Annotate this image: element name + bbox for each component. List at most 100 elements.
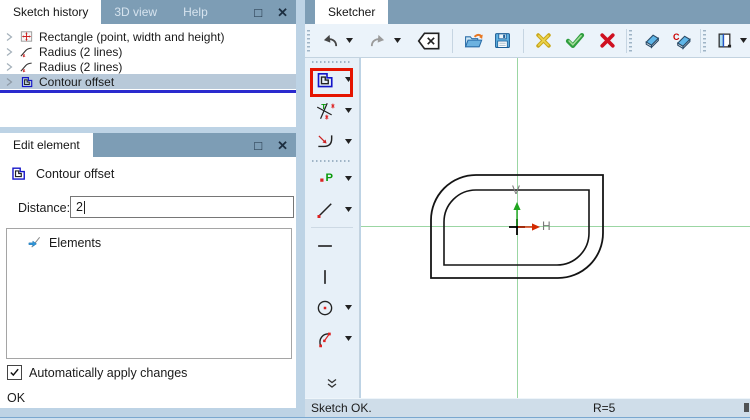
tab-label: Sketcher [328, 5, 376, 19]
tree-row-contour-offset[interactable]: Contour offset [0, 74, 296, 89]
edited-element-row: Contour offset [10, 165, 114, 182]
tree-row-radius-1[interactable]: Radius (2 lines) [0, 44, 296, 59]
tab-sketcher[interactable]: Sketcher [315, 0, 389, 24]
rectangle-feature-icon [19, 29, 34, 44]
tool-fillet[interactable] [305, 126, 359, 157]
status-corner-glyph [744, 403, 749, 412]
toolbar-grip-handle[interactable] [703, 29, 706, 52]
tool-horizontal-line[interactable] [305, 230, 359, 261]
dropdown-icon[interactable] [341, 108, 355, 113]
toolbar-grip-handle[interactable] [312, 160, 352, 162]
maximize-icon[interactable]: □ [254, 139, 262, 152]
expander-icon[interactable] [5, 62, 14, 72]
redo-dropdown-icon[interactable] [390, 38, 404, 43]
vertical-axis-label: V [512, 183, 521, 197]
undo-dropdown-icon[interactable] [342, 38, 356, 43]
distance-label: Distance: [18, 201, 71, 215]
tool-circle[interactable] [305, 292, 359, 323]
sketch-canvas[interactable]: V H [361, 58, 750, 399]
close-icon[interactable]: ✕ [277, 139, 288, 152]
history-tree: Rectangle (point, width and height) Radi… [0, 24, 296, 127]
tool-line[interactable] [305, 194, 359, 225]
status-message: Sketch OK. [311, 401, 372, 415]
elements-icon [27, 235, 42, 250]
maximize-icon[interactable]: □ [254, 6, 262, 19]
tab-3d-view[interactable]: 3D view [101, 0, 170, 24]
tool-point[interactable]: P [305, 163, 359, 194]
edit-tabbar: Edit element □ ✕ [0, 133, 296, 157]
dropdown-icon[interactable] [341, 139, 355, 144]
tree-item-label: Radius (2 lines) [39, 59, 123, 74]
auto-apply-row: Automatically apply changes [7, 365, 187, 380]
radius-feature-icon [19, 44, 34, 59]
delete-red-button[interactable] [594, 28, 620, 54]
toolbar-separator [626, 28, 627, 53]
radius-readout: R=5 [593, 401, 616, 415]
tree-row-radius-2[interactable]: Radius (2 lines) [0, 59, 296, 74]
trim-extend-icon: T [313, 101, 337, 121]
sketch-plane-dropdown-icon[interactable] [736, 38, 750, 43]
cancel-yellow-button[interactable] [530, 28, 556, 54]
selected-tool-highlight [310, 68, 353, 97]
horizontal-axis-label: H [542, 219, 551, 233]
distance-value: 2 [76, 200, 83, 214]
distance-input[interactable]: 2 [70, 196, 294, 218]
dropdown-icon[interactable] [341, 176, 355, 181]
sketch-plane-button[interactable] [712, 28, 736, 54]
expander-icon[interactable] [5, 77, 14, 87]
sketcher-toolbar: C [305, 24, 750, 58]
tool-trim-extend[interactable]: T [305, 95, 359, 126]
history-tabbar: Sketch history 3D view Help □ ✕ [0, 0, 296, 24]
tool-vertical-line[interactable] [305, 261, 359, 292]
save-sketch-button[interactable] [489, 28, 515, 54]
tab-edit-element[interactable]: Edit element [0, 133, 93, 157]
eraser-clear-button[interactable]: C [668, 28, 696, 54]
confirm-check-button[interactable] [560, 28, 590, 54]
edit-element-panel: Edit element □ ✕ Contour offset Distance… [0, 133, 296, 408]
sketcher-tabbar: Sketcher [305, 0, 750, 24]
toolbar-separator [523, 28, 524, 53]
origin-marker [509, 202, 540, 235]
more-tools-chevron-icon[interactable] [305, 378, 359, 389]
tree-item-label: Contour offset [39, 74, 115, 89]
backspace-delete-button[interactable] [414, 28, 444, 54]
expander-icon[interactable] [5, 47, 14, 57]
open-sketch-button[interactable] [461, 28, 487, 54]
tab-help[interactable]: Help [170, 0, 221, 24]
ok-status-text: OK [7, 391, 26, 405]
dropdown-icon[interactable] [341, 207, 355, 212]
tab-label: Edit element [13, 138, 80, 152]
toolbar-grip-handle[interactable] [307, 29, 310, 52]
elements-tree-box[interactable]: Elements [6, 228, 292, 359]
tool-contour-offset[interactable] [305, 64, 359, 97]
dropdown-icon[interactable] [341, 336, 355, 341]
point-icon: P [313, 169, 337, 189]
tree-item-label: Radius (2 lines) [39, 44, 123, 59]
edited-element-name: Contour offset [36, 166, 115, 181]
toolbar-grip-handle[interactable] [629, 29, 632, 52]
tree-item-label: Rectangle (point, width and height) [39, 29, 225, 44]
toolbar-separator [700, 28, 701, 53]
radius-feature-icon [19, 59, 34, 74]
auto-apply-checkbox[interactable] [7, 365, 22, 380]
tab-sketch-history[interactable]: Sketch history [0, 0, 102, 24]
tab-label: Sketch history [13, 5, 89, 19]
arc-icon [313, 329, 337, 349]
eraser-button[interactable] [638, 28, 664, 54]
expander-icon[interactable] [5, 32, 14, 42]
tool-separator [311, 227, 353, 228]
elements-label: Elements [49, 235, 102, 250]
redo-button[interactable] [366, 28, 390, 54]
dropdown-icon[interactable] [341, 305, 355, 310]
sketch-history-panel: Sketch history 3D view Help □ ✕ Rectangl… [0, 0, 296, 127]
status-bar: Sketch OK. R=5 [305, 398, 750, 417]
elements-root-row[interactable]: Elements [27, 235, 291, 250]
tool-arc[interactable] [305, 323, 359, 354]
tree-row-rectangle[interactable]: Rectangle (point, width and height) [0, 29, 296, 44]
close-icon[interactable]: ✕ [277, 6, 288, 19]
text-caret [83, 200, 85, 214]
toolbar-grip-handle[interactable] [312, 61, 352, 63]
undo-button[interactable] [318, 28, 342, 54]
contour-offset-icon [10, 165, 27, 182]
trim-t-glyph: T [321, 101, 326, 110]
